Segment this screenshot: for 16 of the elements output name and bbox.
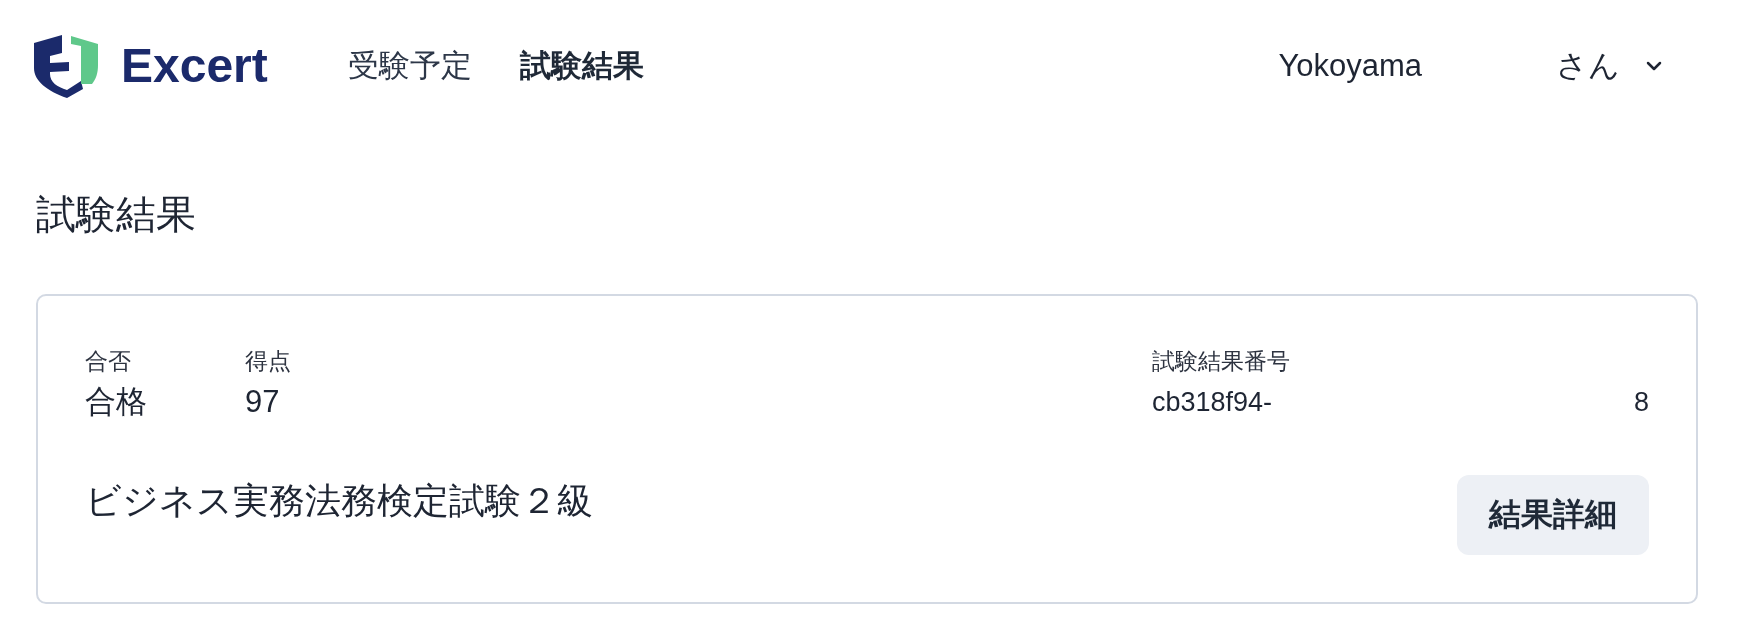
user-menu-button[interactable]: Yokoyama さん <box>1278 45 1662 87</box>
result-detail-button[interactable]: 結果詳細 <box>1457 475 1649 555</box>
field-label: 合否 <box>85 347 131 376</box>
chevron-down-icon <box>1646 61 1662 71</box>
field-label: 得点 <box>245 347 291 376</box>
result-number-text: 8 <box>1633 386 1649 419</box>
nav-link[interactable]: 受験予定 <box>347 45 472 87</box>
nav-link[interactable]: 試験結果 <box>519 45 644 87</box>
exam-name: ビジネス実務法務検定試験２級 <box>85 479 593 523</box>
brand-name: Excert <box>121 39 268 93</box>
page-title: 試験結果 <box>36 191 196 238</box>
shield-logo-icon <box>34 34 100 98</box>
field-value: 合格 <box>85 383 147 421</box>
field-label: 試験結果番号 <box>1152 347 1290 376</box>
field-value: 97 <box>245 383 280 421</box>
result-number-text: cb318f94- <box>1152 386 1273 419</box>
